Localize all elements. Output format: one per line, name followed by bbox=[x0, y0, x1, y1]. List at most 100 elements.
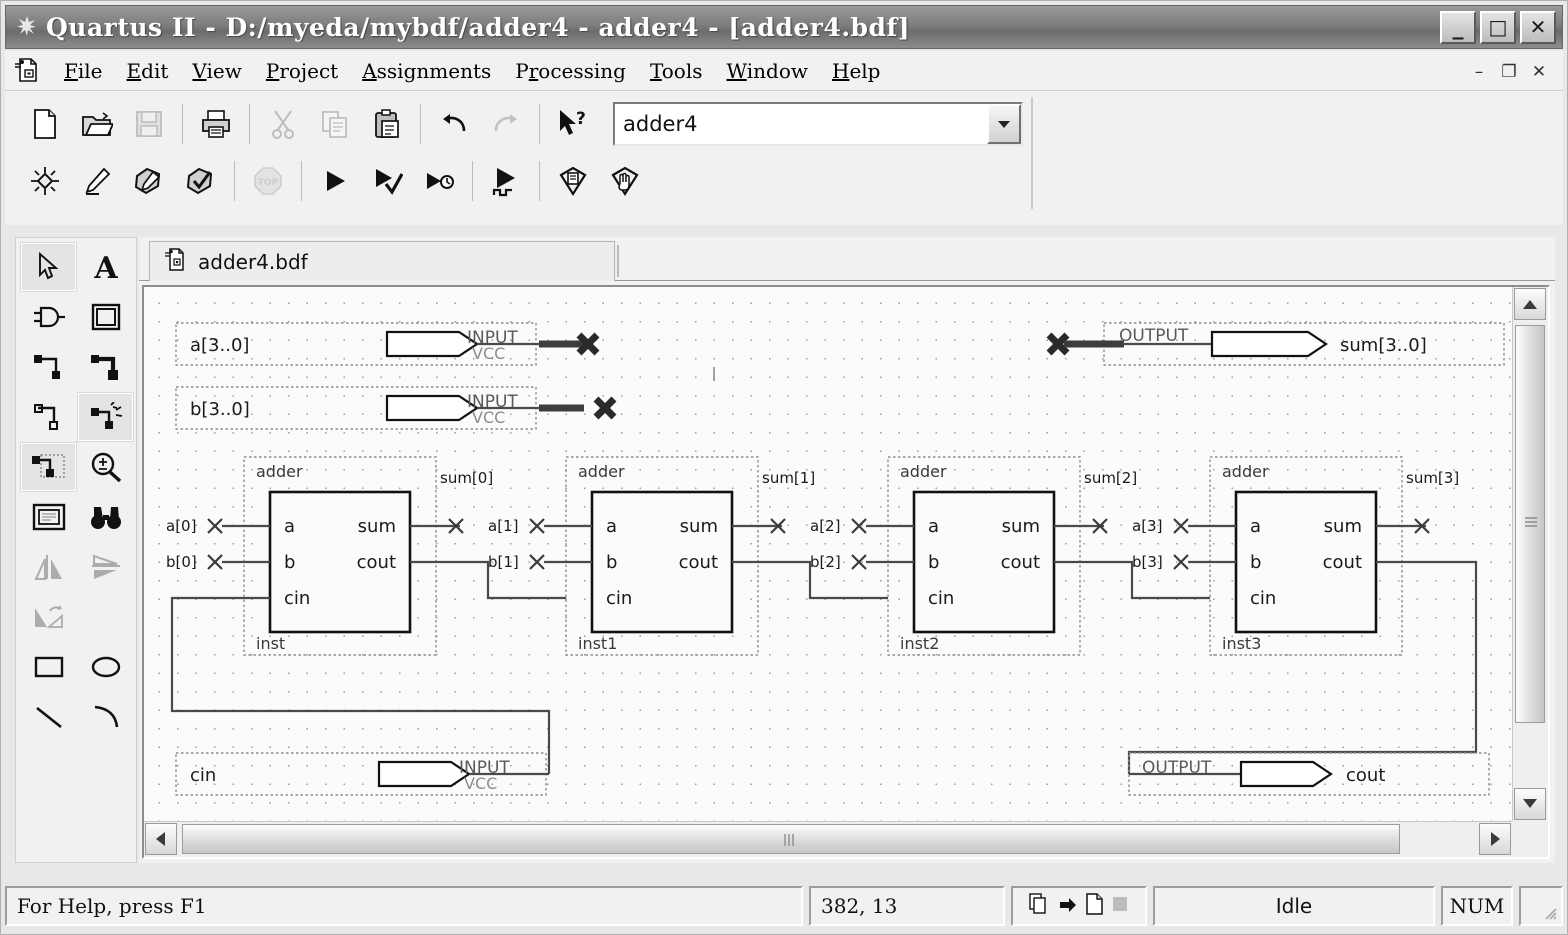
scroll-right-button[interactable] bbox=[1479, 823, 1511, 855]
scroll-up-button[interactable] bbox=[1514, 288, 1546, 320]
fit-window-tool[interactable] bbox=[20, 492, 77, 542]
flip-vertical-tool[interactable] bbox=[77, 542, 134, 592]
symbol-tool[interactable] bbox=[20, 292, 77, 342]
mdi-close-button[interactable]: ✕ bbox=[1529, 60, 1549, 82]
zoom-tool[interactable] bbox=[77, 442, 134, 492]
port-cin: cin bbox=[606, 588, 632, 609]
entity-input[interactable] bbox=[615, 111, 987, 137]
pin-b-group: b[3..0] INPUT VCC bbox=[175, 386, 617, 430]
maximize-button[interactable]: □ bbox=[1480, 10, 1516, 44]
undo-arrow-button[interactable] bbox=[428, 99, 480, 149]
vertical-scroll-thumb[interactable] bbox=[1515, 325, 1545, 723]
document-icon bbox=[13, 56, 43, 86]
block-tool[interactable] bbox=[77, 292, 134, 342]
node-a1: a[1] bbox=[488, 517, 518, 535]
resize-grip-icon[interactable] bbox=[1542, 905, 1558, 921]
chip-hand-button[interactable] bbox=[599, 156, 651, 206]
oval-tool[interactable] bbox=[77, 642, 134, 692]
toolbar-separator bbox=[539, 104, 540, 144]
minimize-button[interactable]: _ bbox=[1440, 10, 1476, 44]
node-sum2: sum[2] bbox=[1084, 469, 1137, 487]
entity-combobox[interactable] bbox=[613, 102, 1023, 146]
arrow-question-button[interactable]: ? bbox=[547, 99, 599, 149]
menu-project[interactable]: Project bbox=[255, 55, 349, 87]
copy-to-file-icon bbox=[1029, 892, 1051, 921]
port-sum: sum bbox=[680, 516, 718, 537]
play-waveform-button[interactable] bbox=[480, 156, 532, 206]
scissors-button[interactable] bbox=[257, 99, 309, 149]
port-cout: cout bbox=[357, 552, 396, 573]
schematic-canvas[interactable]: .wire { stroke:#4a4a4a; stroke-width:2.2… bbox=[144, 287, 1512, 821]
window-controls: _ □ ✕ bbox=[1440, 10, 1562, 44]
flip-horizontal-tool[interactable] bbox=[20, 542, 77, 592]
stop-sign-button[interactable]: TOP bbox=[242, 156, 294, 206]
save-disk-button[interactable] bbox=[123, 99, 175, 149]
menu-file[interactable]: File bbox=[53, 55, 114, 87]
redo-arrow-button[interactable] bbox=[480, 99, 532, 149]
scroll-down-button[interactable] bbox=[1514, 788, 1546, 820]
pencil-button[interactable] bbox=[71, 156, 123, 206]
pin-sum-label: sum[3..0] bbox=[1340, 335, 1427, 356]
port-a: a bbox=[1250, 516, 1261, 537]
play-clock-button[interactable] bbox=[413, 156, 465, 206]
pin-a-default: VCC bbox=[472, 344, 505, 363]
toolbar-separator bbox=[539, 161, 540, 201]
toolbar-divider bbox=[1031, 97, 1033, 209]
text-tool[interactable]: A bbox=[77, 242, 134, 292]
mdi-restore-button[interactable]: ❐ bbox=[1499, 60, 1519, 82]
menu-window[interactable]: Window bbox=[716, 55, 819, 87]
chip-download-button[interactable] bbox=[547, 156, 599, 206]
selection-tool[interactable] bbox=[20, 242, 77, 292]
block-inst3-symbol: adder bbox=[1222, 462, 1269, 481]
port-a: a bbox=[928, 516, 939, 537]
printer-button[interactable] bbox=[190, 99, 242, 149]
bdf-file-icon bbox=[164, 247, 188, 277]
chip-pencil-button[interactable] bbox=[123, 156, 175, 206]
orthogonal-node-tool[interactable] bbox=[20, 342, 77, 392]
hierarchy-star-button[interactable] bbox=[19, 156, 71, 206]
diagonal-node-tool[interactable] bbox=[20, 392, 77, 442]
clipboard-paste-button[interactable] bbox=[361, 99, 413, 149]
rubberbanding-tool[interactable] bbox=[20, 442, 77, 492]
horizontal-scrollbar[interactable] bbox=[144, 821, 1512, 857]
vertical-scrollbar[interactable] bbox=[1512, 287, 1548, 821]
pin-cin-label: cin bbox=[190, 765, 216, 786]
close-button[interactable]: ✕ bbox=[1520, 10, 1556, 44]
status-resize-panel bbox=[1519, 886, 1563, 926]
menu-edit[interactable]: Edit bbox=[116, 55, 180, 87]
copy-button[interactable] bbox=[309, 99, 361, 149]
scrollbar-corner bbox=[1512, 821, 1548, 857]
mdi-minimize-button[interactable]: – bbox=[1469, 60, 1489, 82]
scroll-left-button[interactable] bbox=[145, 823, 177, 855]
menu-help[interactable]: Help bbox=[821, 55, 892, 87]
binoculars-tool[interactable] bbox=[77, 492, 134, 542]
rectangle-tool[interactable] bbox=[20, 642, 77, 692]
tab-adder4-bdf[interactable]: adder4.bdf bbox=[149, 241, 615, 281]
menu-assignments[interactable]: Assignments bbox=[351, 55, 502, 87]
menu-tools[interactable]: Tools bbox=[639, 55, 714, 87]
orthogonal-conduit-tool[interactable] bbox=[77, 392, 134, 442]
node-a2: a[2] bbox=[810, 517, 840, 535]
port-b: b bbox=[606, 552, 617, 573]
line-tool[interactable] bbox=[20, 692, 77, 742]
orthogonal-bus-tool[interactable] bbox=[77, 342, 134, 392]
rotate-left-tool[interactable] bbox=[20, 592, 77, 642]
new-file-button[interactable] bbox=[19, 99, 71, 149]
menu-processing[interactable]: Processing bbox=[504, 55, 637, 87]
play-button[interactable] bbox=[309, 156, 361, 206]
menu-view[interactable]: View bbox=[181, 55, 252, 87]
block-inst2-symbol: adder bbox=[900, 462, 947, 481]
node-sum1: sum[1] bbox=[762, 469, 815, 487]
pin-cout-group: OUTPUT cout bbox=[1128, 752, 1490, 796]
window-title: Quartus II - D:/myeda/mybdf/adder4 - add… bbox=[46, 12, 911, 42]
chip-check-button[interactable] bbox=[175, 156, 227, 206]
menu-items: File Edit View Project Assignments Proce… bbox=[53, 55, 891, 87]
arc-tool[interactable] bbox=[77, 692, 134, 742]
block-inst3-group: adder a b cin sum cout inst3 a[3] b[3] s… bbox=[1127, 456, 1478, 774]
port-b: b bbox=[1250, 552, 1261, 573]
open-folder-button[interactable] bbox=[71, 99, 123, 149]
horizontal-scroll-thumb[interactable] bbox=[182, 824, 1400, 854]
chevron-down-icon[interactable] bbox=[987, 104, 1021, 144]
svg-text:?: ? bbox=[576, 109, 586, 129]
play-check-button[interactable] bbox=[361, 156, 413, 206]
